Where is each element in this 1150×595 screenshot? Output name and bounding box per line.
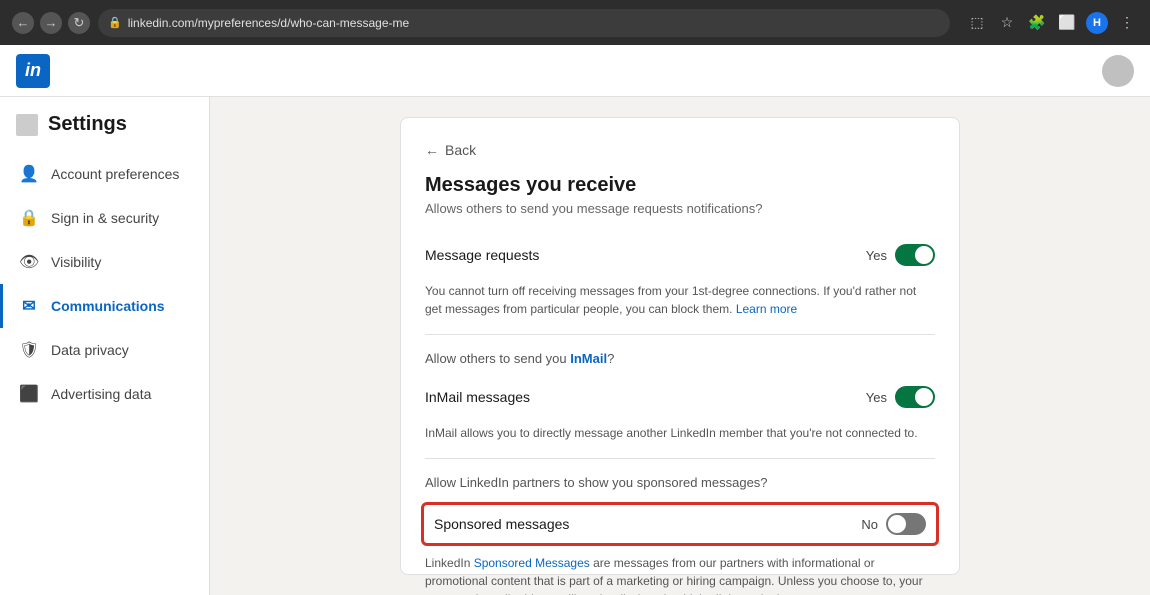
sidebar-item-label: Visibility <box>51 254 101 270</box>
account-icon: 👤 <box>19 164 39 184</box>
sponsored-messages-link[interactable]: Sponsored Messages <box>474 556 590 570</box>
forward-button[interactable]: → <box>40 12 62 34</box>
sidebar-item-visibility[interactable]: 👁 Visibility <box>0 240 209 284</box>
settings-card: ← Back Messages you receive Allows other… <box>400 117 960 575</box>
linkedin-logo[interactable]: in <box>16 54 50 88</box>
extensions-button[interactable]: 🧩 <box>1026 12 1048 34</box>
bookmark-button[interactable]: ☆ <box>996 12 1018 34</box>
menu-button[interactable]: ⋮ <box>1116 12 1138 34</box>
back-button[interactable]: ← <box>12 12 34 34</box>
cast-button[interactable]: ⬚ <box>966 12 988 34</box>
sponsored-value: No <box>861 517 878 532</box>
sponsored-messages-highlighted-row: Sponsored messages No <box>421 502 939 546</box>
inmail-label: InMail messages <box>425 389 530 405</box>
sidebar-item-label: Data privacy <box>51 342 129 358</box>
page-subtitle: Allows others to send you message reques… <box>425 201 935 216</box>
sponsored-info: LinkedIn Sponsored Messages are messages… <box>425 554 935 595</box>
message-requests-control: Yes <box>866 244 935 266</box>
back-arrow-icon: ← <box>425 142 439 158</box>
inmail-info: InMail allows you to directly message an… <box>425 424 935 442</box>
layout-button[interactable]: ⬜ <box>1056 12 1078 34</box>
sponsored-label: Sponsored messages <box>434 516 569 532</box>
sidebar-item-label: Account preferences <box>51 166 179 182</box>
inmail-link[interactable]: InMail <box>570 351 607 366</box>
message-requests-value: Yes <box>866 248 887 263</box>
message-requests-info: You cannot turn off receiving messages f… <box>425 282 935 318</box>
linkedin-header: in <box>0 45 1150 97</box>
inmail-section-desc: Allow others to send you InMail? <box>425 351 935 366</box>
advertising-icon: ⬛ <box>19 384 39 404</box>
nav-controls: ← → ↻ <box>12 12 90 34</box>
main-layout: Settings 👤 Account preferences 🔒 Sign in… <box>0 97 1150 595</box>
sidebar-item-advertising-data[interactable]: ⬛ Advertising data <box>0 372 209 416</box>
message-requests-toggle[interactable] <box>895 244 935 266</box>
content-area: ← Back Messages you receive Allows other… <box>210 97 1150 595</box>
message-requests-row: Message requests Yes <box>425 236 935 274</box>
sponsored-toggle[interactable] <box>886 513 926 535</box>
divider-1 <box>425 334 935 335</box>
browser-profile[interactable]: H <box>1086 12 1108 34</box>
inmail-toggle[interactable] <box>895 386 935 408</box>
inmail-row: InMail messages Yes <box>425 378 935 416</box>
message-requests-label: Message requests <box>425 247 539 263</box>
inmail-control: Yes <box>866 386 935 408</box>
divider-2 <box>425 458 935 459</box>
lock-icon: 🔒 <box>19 208 39 228</box>
sponsored-section-desc: Allow LinkedIn partners to show you spon… <box>425 475 935 490</box>
sponsored-control: No <box>861 513 926 535</box>
sidebar-item-label: Communications <box>51 298 165 314</box>
sidebar-item-data-privacy[interactable]: 🛡 Data privacy <box>0 328 209 372</box>
back-label: Back <box>445 142 476 158</box>
lock-icon: 🔒 <box>108 16 122 29</box>
sidebar-item-communications[interactable]: ✉ Communications <box>0 284 209 328</box>
browser-actions: ⬚ ☆ 🧩 ⬜ H ⋮ <box>966 12 1138 34</box>
settings-icon <box>16 114 38 136</box>
mail-icon: ✉ <box>19 296 39 316</box>
sidebar: Settings 👤 Account preferences 🔒 Sign in… <box>0 97 210 595</box>
sidebar-item-label: Advertising data <box>51 386 151 402</box>
url-text: linkedin.com/mypreferences/d/who-can-mes… <box>128 16 409 30</box>
inmail-value: Yes <box>866 390 887 405</box>
shield-icon: 🛡 <box>19 340 39 360</box>
user-avatar[interactable] <box>1102 55 1134 87</box>
sidebar-item-sign-in-security[interactable]: 🔒 Sign in & security <box>0 196 209 240</box>
sidebar-item-label: Sign in & security <box>51 210 159 226</box>
back-link[interactable]: ← Back <box>425 142 935 158</box>
sidebar-title: Settings <box>0 113 209 152</box>
page-title: Messages you receive <box>425 174 935 197</box>
learn-more-link[interactable]: Learn more <box>736 302 797 316</box>
sidebar-item-account-preferences[interactable]: 👤 Account preferences <box>0 152 209 196</box>
browser-chrome: ← → ↻ 🔒 linkedin.com/mypreferences/d/who… <box>0 0 1150 45</box>
reload-button[interactable]: ↻ <box>68 12 90 34</box>
eye-icon: 👁 <box>19 252 39 272</box>
address-bar[interactable]: 🔒 linkedin.com/mypreferences/d/who-can-m… <box>98 9 950 37</box>
